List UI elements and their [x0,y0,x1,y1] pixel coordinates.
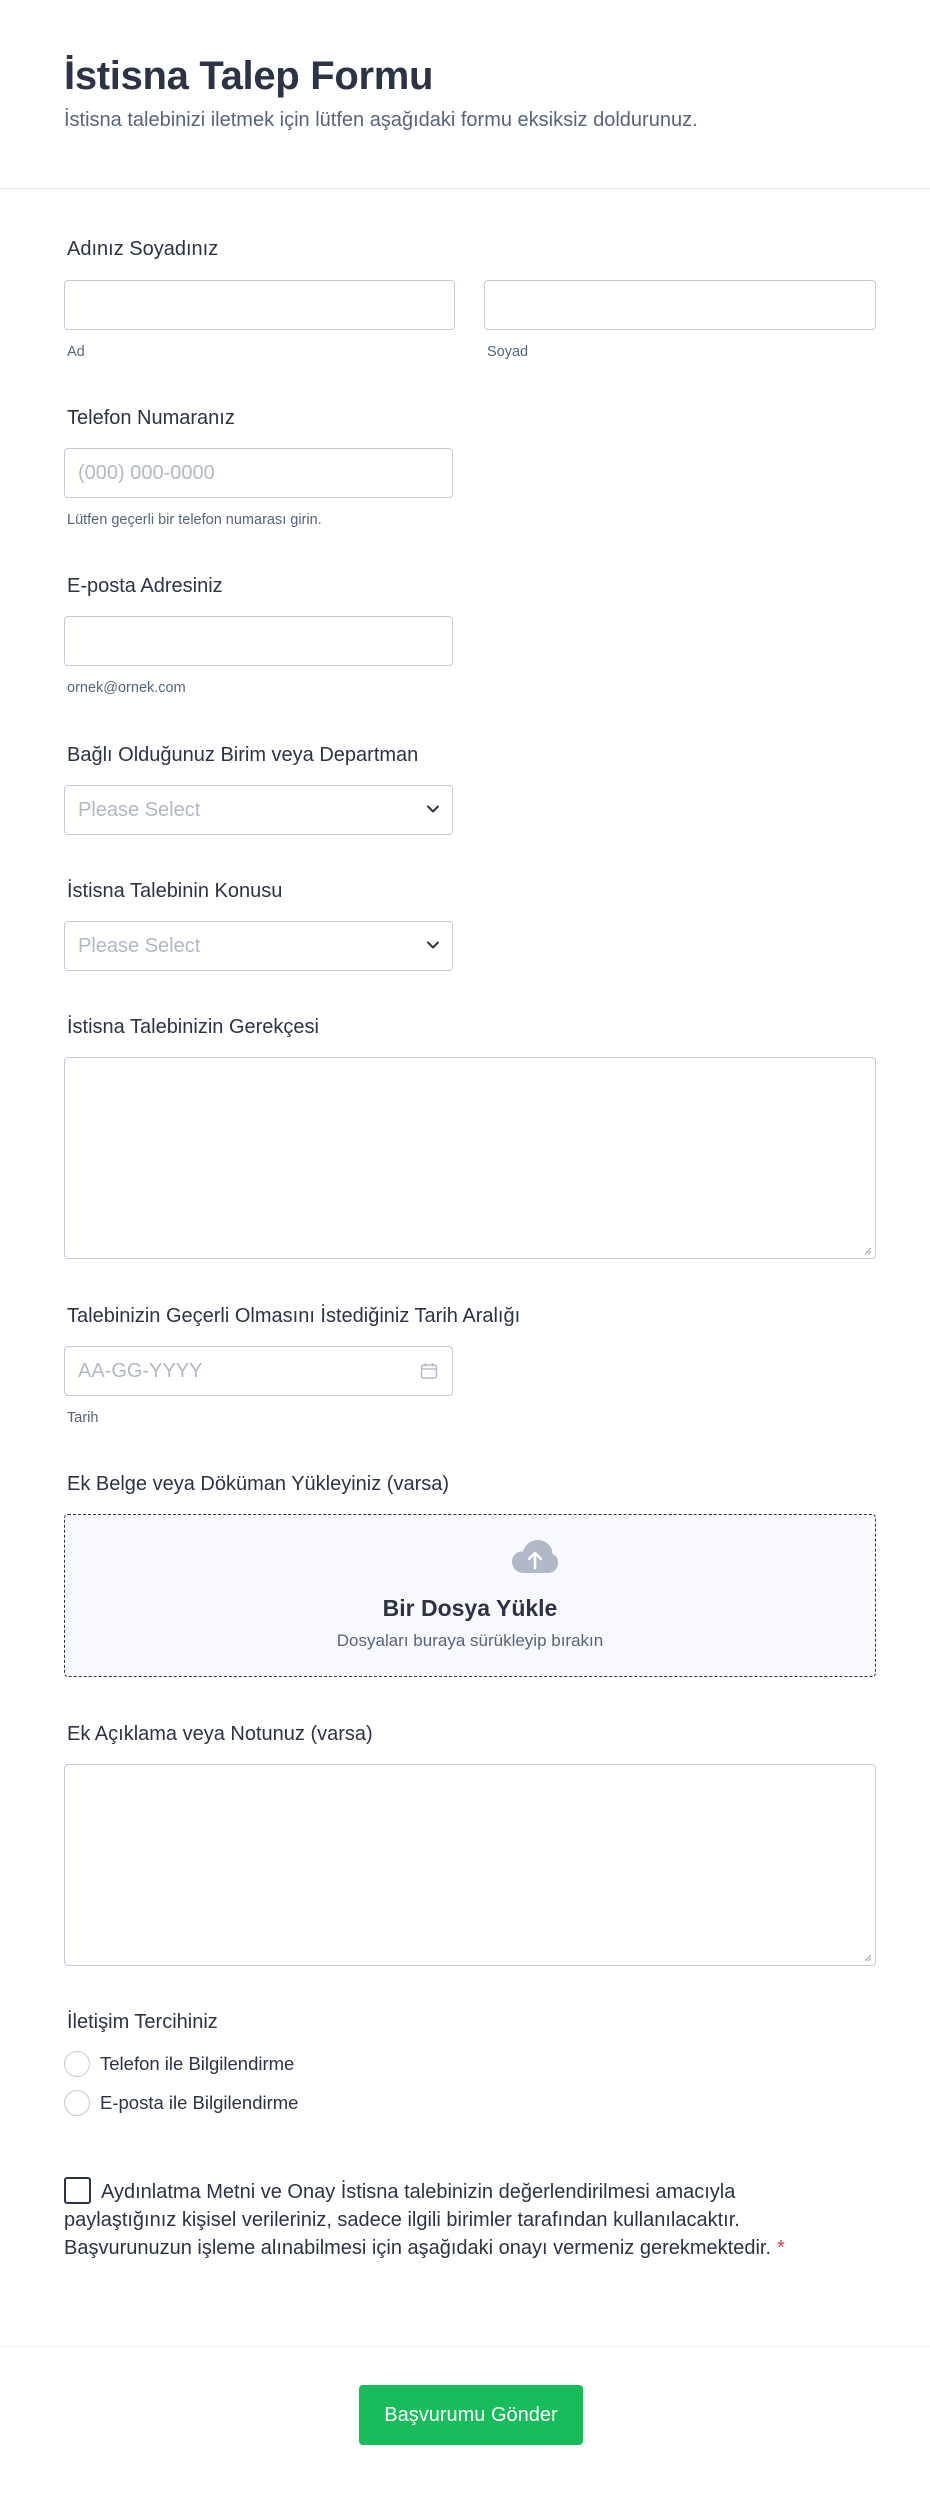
consent-checkbox[interactable] [64,2177,91,2204]
resize-handle-icon[interactable] [862,1245,872,1255]
required-mark: * [777,2237,785,2259]
phone-placeholder: (000) 000-0000 [78,462,215,484]
chevron-down-icon [427,805,439,813]
email-sublabel: ornek@ornek.com [67,680,186,696]
contact-label: İletişim Tercihiniz [67,2011,218,2033]
email-input[interactable] [64,616,453,666]
cloud-upload-icon [512,1540,558,1573]
date-placeholder: AA-GG-YYYY [78,1360,203,1382]
upload-title: Bir Dosya Yükle [382,1595,558,1621]
department-select[interactable]: Please Select [64,785,453,835]
date-sublabel: Tarih [67,1410,99,1426]
upload-hint: Dosyaları buraya sürükleyip bırakın [336,1631,604,1650]
radio-button[interactable] [64,2051,90,2077]
file-upload-dropzone[interactable]: Bir Dosya Yükle Dosyaları buraya sürükle… [64,1514,876,1677]
consent-block: Aydınlatma Metni ve Onay İstisna talebin… [64,2177,804,2262]
form-footer: Başvurumu Gönder [0,2346,930,2493]
phone-label: Telefon Numaranız [67,407,235,429]
phone-input[interactable]: (000) 000-0000 [64,448,453,498]
name-label: Adınız Soyadınız [67,238,219,260]
reason-textarea[interactable] [64,1057,876,1259]
radio-label-phone: Telefon ile Bilgilendirme [100,2053,295,2074]
form-subtitle: İstisna talebinizi iletmek için lütfen a… [64,109,698,131]
calendar-icon[interactable] [420,1362,438,1380]
radio-option-phone[interactable]: Telefon ile Bilgilendirme [64,2051,294,2077]
first-name-sublabel: Ad [67,344,85,360]
reason-label: İstisna Talebinizin Gerekçesi [67,1016,319,1038]
department-selected: Please Select [78,799,201,821]
chevron-down-icon [427,941,439,949]
radio-option-email[interactable]: E-posta ile Bilgilendirme [64,2090,298,2116]
subject-selected: Please Select [78,935,201,957]
upload-label: Ek Belge veya Döküman Yükleyiniz (varsa) [67,1473,450,1495]
department-label: Bağlı Olduğunuz Birim veya Departman [67,744,419,766]
first-name-input[interactable] [64,280,455,330]
consent-text: Aydınlatma Metni ve Onay İstisna talebin… [64,2181,772,2259]
date-label: Talebinizin Geçerli Olmasını İstediğiniz… [67,1305,521,1327]
form-header: İstisna Talep Formu İstisna talebinizi i… [0,0,930,189]
resize-handle-icon[interactable] [862,1952,872,1962]
form-title: İstisna Talep Formu [64,54,434,98]
phone-sublabel: Lütfen geçerli bir telefon numarası giri… [67,512,322,528]
submit-button[interactable]: Başvurumu Gönder [359,2385,583,2445]
notes-label: Ek Açıklama veya Notunuz (varsa) [67,1723,373,1745]
date-input[interactable]: AA-GG-YYYY [64,1346,453,1396]
subject-label: İstisna Talebinin Konusu [67,880,283,902]
radio-label-email: E-posta ile Bilgilendirme [100,2092,299,2113]
subject-select[interactable]: Please Select [64,921,453,971]
radio-button[interactable] [64,2090,90,2116]
email-label: E-posta Adresiniz [67,575,223,597]
last-name-sublabel: Soyad [487,344,529,360]
notes-textarea[interactable] [64,1764,876,1966]
last-name-input[interactable] [484,280,876,330]
